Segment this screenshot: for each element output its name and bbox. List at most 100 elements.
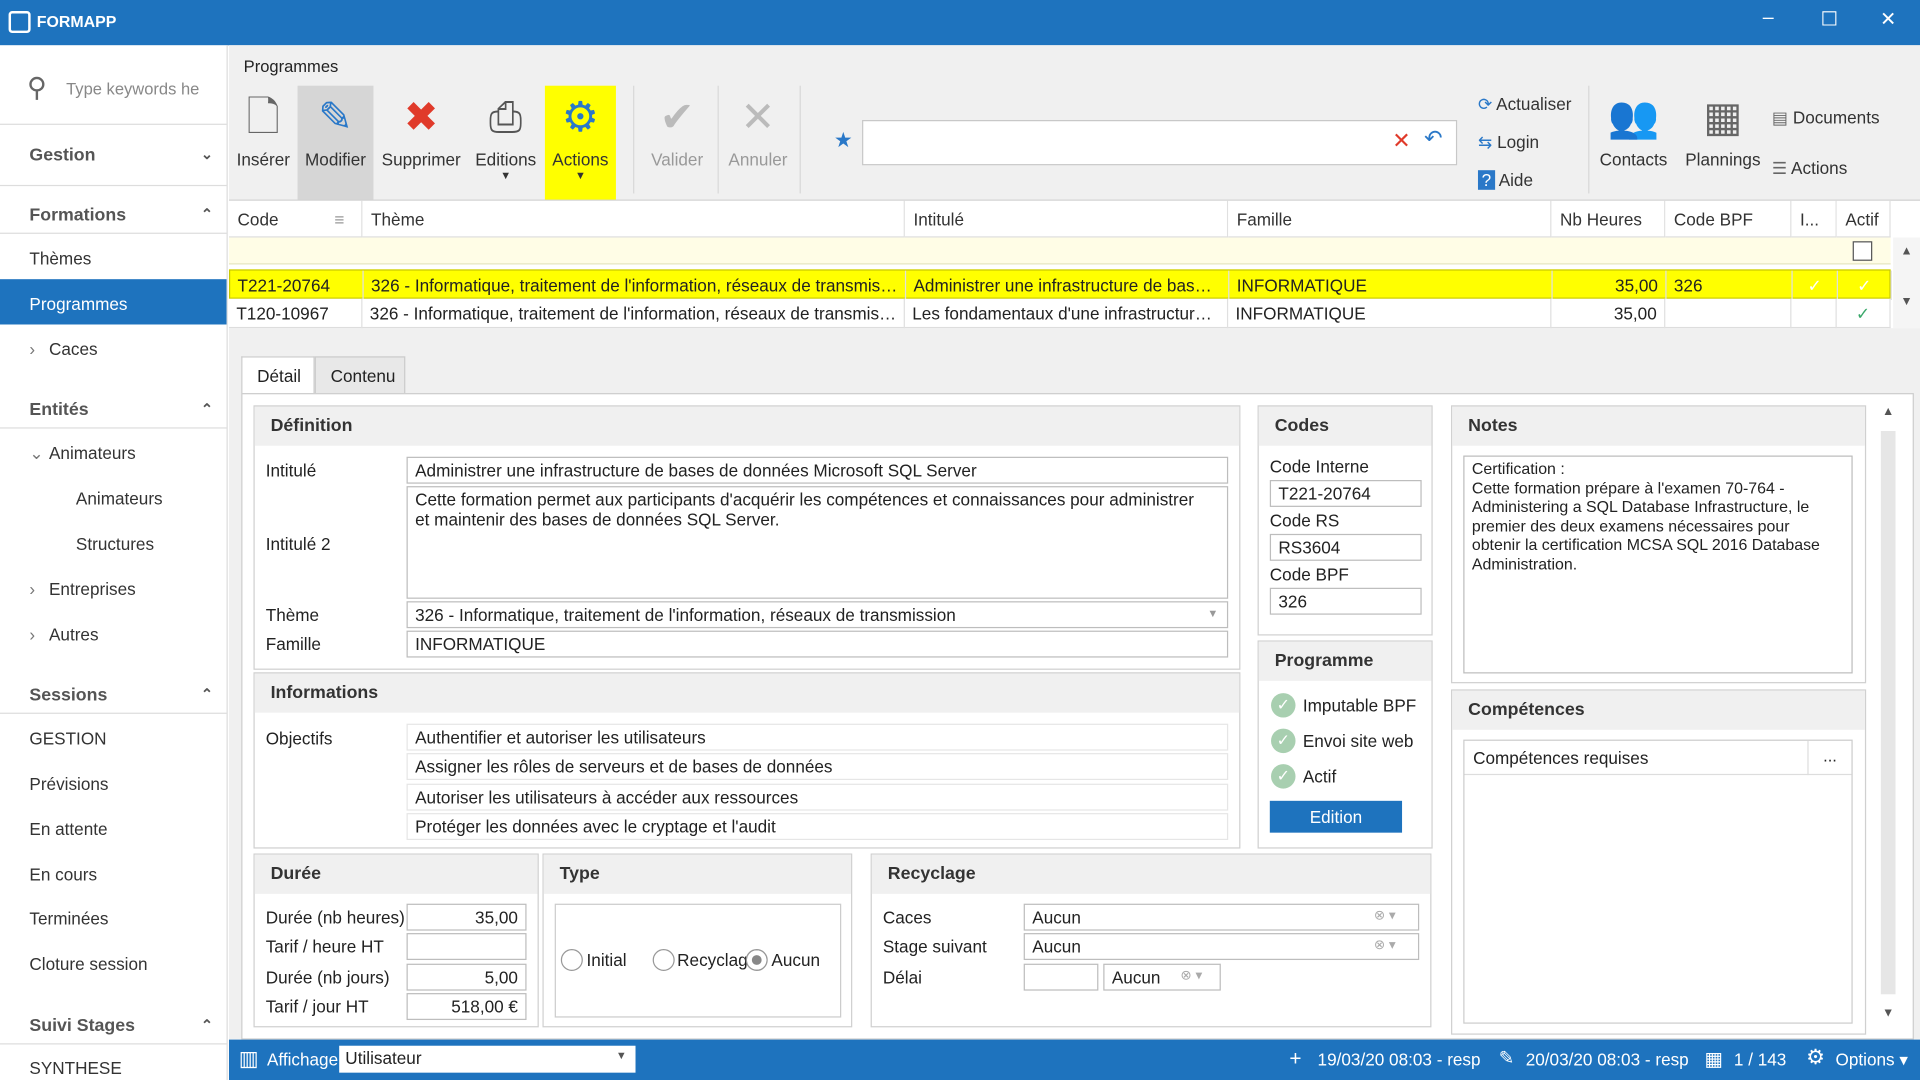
column-header-theme[interactable]: Thème <box>362 200 905 238</box>
code-rs-field[interactable]: RS3604 <box>1269 533 1422 561</box>
documents-button[interactable]: ▤ Documents <box>1772 108 1880 129</box>
column-header-actif[interactable]: Actif <box>1836 200 1891 238</box>
filter-row[interactable] <box>228 237 1891 265</box>
duree-jours-field[interactable]: 5,00 <box>406 963 527 991</box>
code-bpf-field[interactable]: 326 <box>1269 587 1422 615</box>
refresh-button[interactable]: ⟳ Actualiser <box>1478 94 1571 115</box>
sidebar-item-programmes[interactable]: Programmes <box>29 294 127 314</box>
plannings-button[interactable]: ▦ Plannings <box>1679 86 1767 200</box>
actif-label: Actif <box>1302 766 1337 787</box>
detail-scrollbar[interactable]: ▲ ▼ <box>1876 403 1900 1032</box>
sidebar-item-previsions[interactable]: Prévisions <box>29 774 108 794</box>
contacts-button[interactable]: 👥 Contacts <box>1593 86 1674 200</box>
definition-panel: Définition Intitulé Administrer une infr… <box>253 405 1241 670</box>
check-circle-icon[interactable]: ✓ <box>1271 693 1296 718</box>
check-circle-icon[interactable]: ✓ <box>1271 764 1296 789</box>
actions-button[interactable]: ⚙ Actions ▼ <box>544 85 616 200</box>
sidebar-group-suivi[interactable]: Suivi Stages ⌃ <box>29 1016 213 1036</box>
app-title: FORMAPP <box>36 12 117 31</box>
sidebar-item-cloture[interactable]: Cloture session <box>29 954 147 974</box>
check-circle-icon[interactable]: ✓ <box>1271 728 1296 754</box>
sidebar-item-entreprises[interactable]: Entreprises <box>49 579 136 599</box>
modify-button[interactable]: ✎ Modifier <box>297 85 374 200</box>
column-header-famille[interactable]: Famille <box>1228 200 1552 238</box>
sidebar-item-en-cours[interactable]: En cours <box>29 864 97 884</box>
objectif-item[interactable]: Assigner les rôles de serveurs et de bas… <box>406 753 1229 781</box>
ribbon: Programmes 🗋 Insérer ✎ Modifier ✖ Supprimer… <box>228 45 1920 201</box>
table-row[interactable]: T120-10967 326 - Informatique, traitemen… <box>228 298 1891 329</box>
sidebar-group-sessions[interactable]: Sessions ⌃ <box>29 686 213 706</box>
favorite-star-icon[interactable]: ★ <box>834 129 853 153</box>
affichage-select[interactable]: Utilisateur <box>339 1045 636 1073</box>
column-header-code-bpf[interactable]: Code BPF <box>1665 200 1792 238</box>
minimize-button[interactable]: – <box>1753 7 1782 29</box>
clear-icon[interactable]: ⊗ ▾ <box>1374 907 1396 924</box>
sidebar-item-animateurs-group[interactable]: Animateurs <box>49 443 136 463</box>
sidebar-item-synthese[interactable]: SYNTHESE <box>29 1058 121 1078</box>
sidebar-item-autres[interactable]: Autres <box>49 624 99 644</box>
help-button[interactable]: ? Aide <box>1477 170 1533 190</box>
sidebar-group-entites[interactable]: Entités ⌃ <box>29 400 213 420</box>
code-interne-field[interactable]: T221-20764 <box>1269 480 1422 507</box>
dropdown-arrow-icon: ▼ <box>615 1049 627 1062</box>
theme-select[interactable]: 326 - Informatique, traitement de l'info… <box>406 601 1229 629</box>
tarif-heure-field[interactable] <box>406 933 527 961</box>
objectif-item[interactable]: Authentifier et autoriser les utilisateu… <box>406 723 1229 751</box>
sidebar-group-formations[interactable]: Formations ⌃ <box>29 206 213 226</box>
clear-icon[interactable]: ⊗ ▾ <box>1374 937 1396 953</box>
close-button[interactable]: ✕ <box>1873 7 1902 31</box>
clear-icon[interactable]: ✕ <box>1392 129 1410 155</box>
tarif-jour-field[interactable]: 518,00 € <box>406 993 527 1021</box>
sidebar-item-en-attente[interactable]: En attente <box>29 819 107 839</box>
login-button[interactable]: ⇆ Login <box>1478 132 1539 153</box>
radio-aucun[interactable] <box>745 948 768 972</box>
sidebar-item-animateurs[interactable]: Animateurs <box>76 489 163 509</box>
sidebar-item-gestion[interactable]: GESTION <box>29 729 106 749</box>
column-header-intitule[interactable]: Intitulé <box>904 200 1229 238</box>
column-header-nb-heures[interactable]: Nb Heures <box>1551 200 1666 238</box>
column-header-i[interactable]: I... <box>1791 200 1837 238</box>
options-button[interactable]: Options ▾ <box>1836 1049 1908 1070</box>
insert-button[interactable]: 🗋 Insérer <box>229 86 298 200</box>
sidebar-item-terminees[interactable]: Terminées <box>29 909 108 929</box>
sidebar-group-gestion[interactable]: Gestion ⌄ <box>29 146 213 166</box>
intitule-field[interactable]: Administrer une infrastructure de bases … <box>406 456 1229 484</box>
ribbon-search-input[interactable]: ✕ ↶ <box>862 120 1458 166</box>
edition-button[interactable]: Edition <box>1269 800 1403 833</box>
actions-menu-button[interactable]: ☰ Actions <box>1772 158 1847 179</box>
tab-detail[interactable]: Détail <box>241 356 315 395</box>
sidebar-item-structures[interactable]: Structures <box>76 534 154 554</box>
sidebar-item-caces[interactable]: Caces <box>49 339 98 359</box>
objectif-item[interactable]: Protéger les données avec le cryptage et… <box>406 813 1229 841</box>
intitule2-field[interactable]: Cette formation permet aux participants … <box>406 486 1229 599</box>
sidebar-item-themes[interactable]: Thèmes <box>29 249 91 269</box>
maximize-button[interactable]: ☐ <box>1815 7 1844 31</box>
more-button[interactable]: ... <box>1807 740 1851 776</box>
stage-suivant-select[interactable]: Aucun <box>1023 933 1420 961</box>
validate-button[interactable]: ✔ Valider <box>640 86 713 200</box>
clear-icon[interactable]: ⊗ ▾ <box>1180 967 1202 984</box>
grid-scrollbar[interactable]: ▲ ▼ <box>1893 237 1920 329</box>
delai-field[interactable] <box>1023 963 1099 991</box>
undo-icon[interactable]: ↶ <box>1424 126 1442 152</box>
radio-recyclage[interactable] <box>652 948 675 972</box>
printer-icon: ⎙ <box>489 94 523 141</box>
record-counter: 1 / 143 <box>1733 1049 1787 1069</box>
tab-contenu[interactable]: Contenu <box>314 356 406 395</box>
objectif-item[interactable]: Autoriser les utilisateurs à accéder aux… <box>406 783 1229 811</box>
filter-checkbox[interactable] <box>1852 241 1873 261</box>
sidebar-search-input[interactable]: Type keywords he <box>66 80 199 98</box>
caces-select[interactable]: Aucun <box>1023 903 1420 931</box>
table-row[interactable]: T221-20764 326 - Informatique, traitemen… <box>228 269 1892 301</box>
competences-requises-header: Compétences requises <box>1464 741 1852 776</box>
editions-button[interactable]: ⎙ Editions ▼ <box>469 86 542 200</box>
cancel-button[interactable]: ✕ Annuler <box>721 86 794 200</box>
radio-initial[interactable] <box>560 948 583 972</box>
delai-unit-select[interactable]: Aucun <box>1103 963 1221 991</box>
column-header-code[interactable]: Code ≡ <box>228 200 363 238</box>
delete-button[interactable]: ✖ Supprimer <box>376 86 467 200</box>
notes-field[interactable]: Certification : Cette formation prépare … <box>1463 455 1853 674</box>
duree-heures-field[interactable]: 35,00 <box>406 903 527 931</box>
famille-field[interactable]: INFORMATIQUE <box>406 630 1229 658</box>
cross-icon: ✕ <box>740 94 776 141</box>
